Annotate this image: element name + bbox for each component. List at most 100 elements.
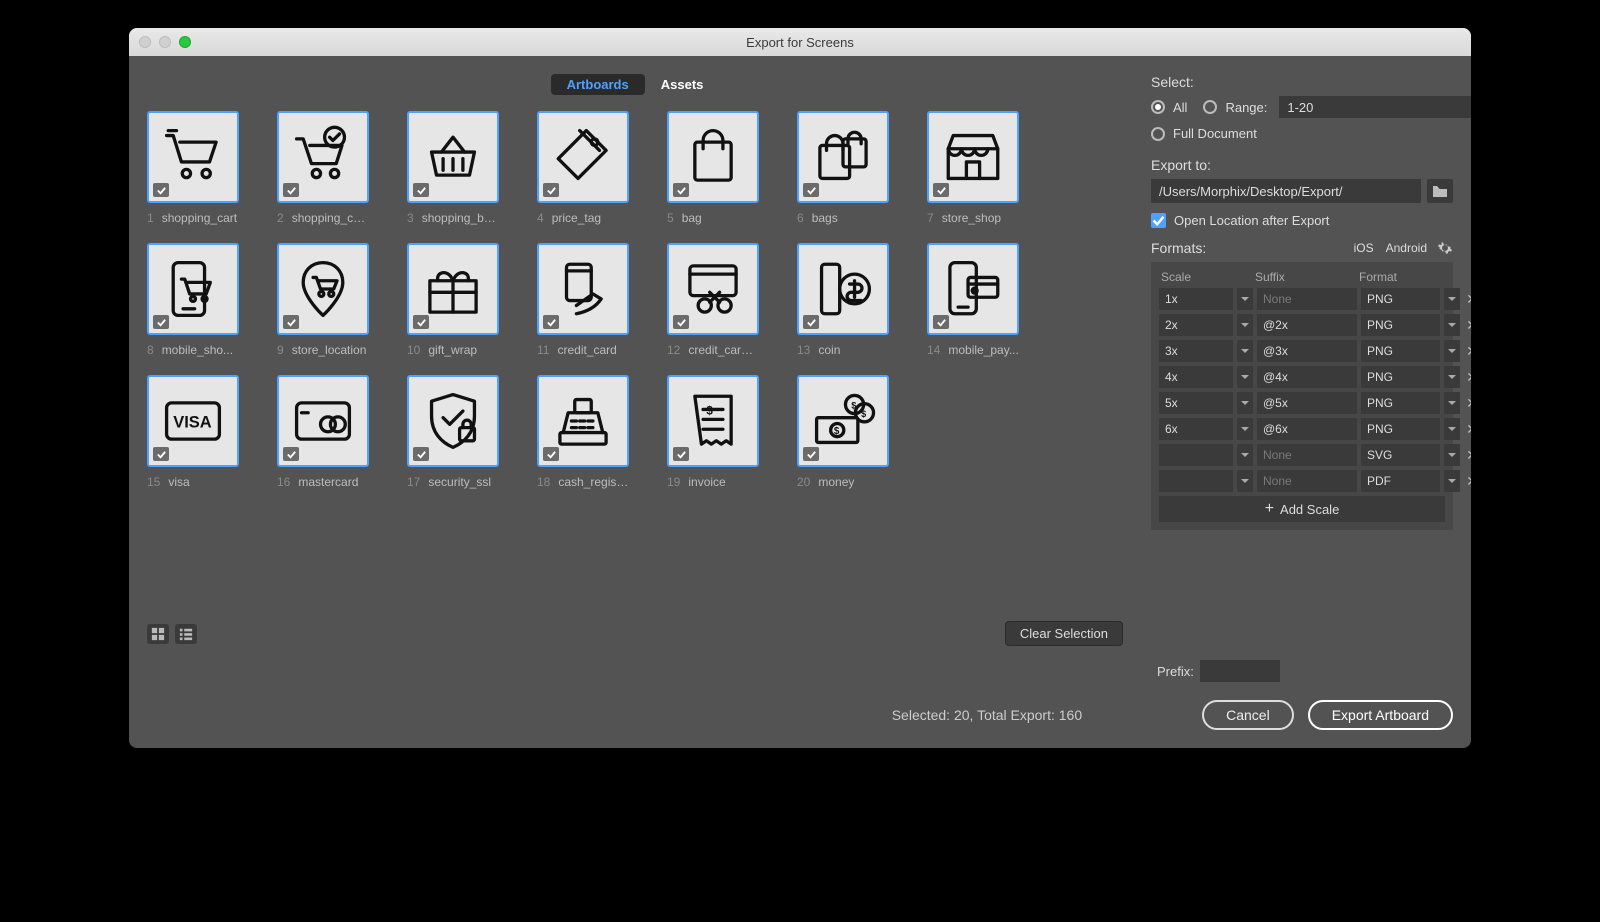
artboard-item[interactable]: 7 store_shop bbox=[927, 111, 1057, 225]
artboard-selected-checkbox[interactable] bbox=[543, 183, 559, 197]
format-input[interactable] bbox=[1361, 470, 1440, 492]
artboard-item[interactable]: 17 security_ssl bbox=[407, 375, 537, 489]
artboard-item[interactable]: $ 19 invoice bbox=[667, 375, 797, 489]
artboard-item[interactable]: 2 shopping_ca... bbox=[277, 111, 407, 225]
radio-range[interactable] bbox=[1203, 100, 1217, 114]
scale-input[interactable] bbox=[1159, 470, 1233, 492]
artboard-selected-checkbox[interactable] bbox=[153, 447, 169, 461]
suffix-input[interactable] bbox=[1257, 366, 1357, 388]
tab-artboards[interactable]: Artboards bbox=[551, 74, 645, 95]
format-dropdown[interactable] bbox=[1444, 392, 1460, 414]
window-zoom-button[interactable] bbox=[179, 36, 191, 48]
artboard-selected-checkbox[interactable] bbox=[933, 315, 949, 329]
artboard-thumbnail[interactable] bbox=[277, 375, 369, 467]
list-view-button[interactable] bbox=[175, 624, 197, 644]
android-preset-link[interactable]: Android bbox=[1386, 241, 1427, 255]
artboard-item[interactable]: 3 shopping_ba... bbox=[407, 111, 537, 225]
scale-input[interactable] bbox=[1159, 444, 1233, 466]
remove-row-icon[interactable]: ✕ bbox=[1464, 317, 1471, 334]
format-dropdown[interactable] bbox=[1444, 288, 1460, 310]
suffix-input[interactable] bbox=[1257, 340, 1357, 362]
artboard-item[interactable]: 12 credit_card_... bbox=[667, 243, 797, 357]
grid-view-button[interactable] bbox=[147, 624, 169, 644]
artboard-item[interactable]: $$$ 20 money bbox=[797, 375, 927, 489]
ios-preset-link[interactable]: iOS bbox=[1354, 241, 1374, 255]
scale-input[interactable] bbox=[1159, 366, 1233, 388]
formats-settings-icon[interactable] bbox=[1437, 240, 1453, 256]
artboard-thumbnail[interactable] bbox=[667, 111, 759, 203]
artboard-thumbnail[interactable] bbox=[537, 375, 629, 467]
artboard-thumbnail[interactable] bbox=[147, 111, 239, 203]
radio-full-document[interactable] bbox=[1151, 127, 1165, 141]
remove-row-icon[interactable]: ✕ bbox=[1464, 447, 1471, 464]
format-input[interactable] bbox=[1361, 314, 1440, 336]
window-close-button[interactable] bbox=[139, 36, 151, 48]
artboard-thumbnail[interactable] bbox=[147, 243, 239, 335]
format-dropdown[interactable] bbox=[1444, 366, 1460, 388]
artboard-item[interactable]: 18 cash_register bbox=[537, 375, 667, 489]
artboard-selected-checkbox[interactable] bbox=[283, 315, 299, 329]
format-input[interactable] bbox=[1361, 288, 1440, 310]
artboard-thumbnail[interactable] bbox=[797, 111, 889, 203]
artboard-selected-checkbox[interactable] bbox=[283, 183, 299, 197]
artboard-thumbnail[interactable]: VISA bbox=[147, 375, 239, 467]
remove-row-icon[interactable]: ✕ bbox=[1464, 369, 1471, 386]
format-dropdown[interactable] bbox=[1444, 444, 1460, 466]
suffix-input[interactable] bbox=[1257, 392, 1357, 414]
artboard-item[interactable]: VISA 15 visa bbox=[147, 375, 277, 489]
artboard-selected-checkbox[interactable] bbox=[413, 183, 429, 197]
suffix-input[interactable] bbox=[1257, 314, 1357, 336]
remove-row-icon[interactable]: ✕ bbox=[1464, 395, 1471, 412]
artboard-selected-checkbox[interactable] bbox=[153, 183, 169, 197]
artboard-thumbnail[interactable] bbox=[927, 111, 1019, 203]
scale-input[interactable] bbox=[1159, 340, 1233, 362]
artboard-thumbnail[interactable] bbox=[407, 243, 499, 335]
artboard-thumbnail[interactable]: $ bbox=[927, 243, 1019, 335]
artboard-selected-checkbox[interactable] bbox=[413, 447, 429, 461]
artboard-selected-checkbox[interactable] bbox=[803, 447, 819, 461]
artboard-selected-checkbox[interactable] bbox=[933, 183, 949, 197]
format-input[interactable] bbox=[1361, 366, 1440, 388]
scale-dropdown[interactable] bbox=[1237, 366, 1253, 388]
format-input[interactable] bbox=[1361, 444, 1440, 466]
artboard-item[interactable]: 10 gift_wrap bbox=[407, 243, 537, 357]
remove-row-icon[interactable]: ✕ bbox=[1464, 421, 1471, 438]
suffix-input[interactable] bbox=[1257, 288, 1357, 310]
format-dropdown[interactable] bbox=[1444, 314, 1460, 336]
scale-input[interactable] bbox=[1159, 418, 1233, 440]
remove-row-icon[interactable]: ✕ bbox=[1464, 343, 1471, 360]
scale-dropdown[interactable] bbox=[1237, 288, 1253, 310]
artboard-item[interactable]: 4 price_tag bbox=[537, 111, 667, 225]
window-minimize-button[interactable] bbox=[159, 36, 171, 48]
scale-dropdown[interactable] bbox=[1237, 444, 1253, 466]
clear-selection-button[interactable]: Clear Selection bbox=[1005, 621, 1123, 646]
artboard-thumbnail[interactable] bbox=[797, 243, 889, 335]
format-input[interactable] bbox=[1361, 340, 1440, 362]
radio-all[interactable] bbox=[1151, 100, 1165, 114]
artboard-selected-checkbox[interactable] bbox=[543, 447, 559, 461]
artboard-selected-checkbox[interactable] bbox=[153, 315, 169, 329]
tab-assets[interactable]: Assets bbox=[645, 74, 720, 95]
artboard-thumbnail[interactable] bbox=[277, 243, 369, 335]
cancel-button[interactable]: Cancel bbox=[1202, 700, 1294, 730]
artboard-item[interactable]: 9 store_location bbox=[277, 243, 407, 357]
add-scale-button[interactable]: + Add Scale bbox=[1159, 496, 1445, 522]
open-location-checkbox[interactable] bbox=[1151, 213, 1166, 228]
artboard-item[interactable]: 8 mobile_sho... bbox=[147, 243, 277, 357]
artboard-thumbnail[interactable]: $ bbox=[667, 375, 759, 467]
artboard-item[interactable]: 11 credit_card bbox=[537, 243, 667, 357]
suffix-input[interactable] bbox=[1257, 470, 1357, 492]
scale-dropdown[interactable] bbox=[1237, 314, 1253, 336]
artboard-thumbnail[interactable] bbox=[407, 111, 499, 203]
scale-input[interactable] bbox=[1159, 288, 1233, 310]
artboard-item[interactable]: 16 mastercard bbox=[277, 375, 407, 489]
remove-row-icon[interactable]: ✕ bbox=[1464, 473, 1471, 490]
scale-dropdown[interactable] bbox=[1237, 340, 1253, 362]
artboard-selected-checkbox[interactable] bbox=[673, 315, 689, 329]
format-dropdown[interactable] bbox=[1444, 470, 1460, 492]
artboard-selected-checkbox[interactable] bbox=[673, 183, 689, 197]
scale-input[interactable] bbox=[1159, 392, 1233, 414]
artboard-thumbnail[interactable] bbox=[407, 375, 499, 467]
scale-dropdown[interactable] bbox=[1237, 418, 1253, 440]
suffix-input[interactable] bbox=[1257, 418, 1357, 440]
